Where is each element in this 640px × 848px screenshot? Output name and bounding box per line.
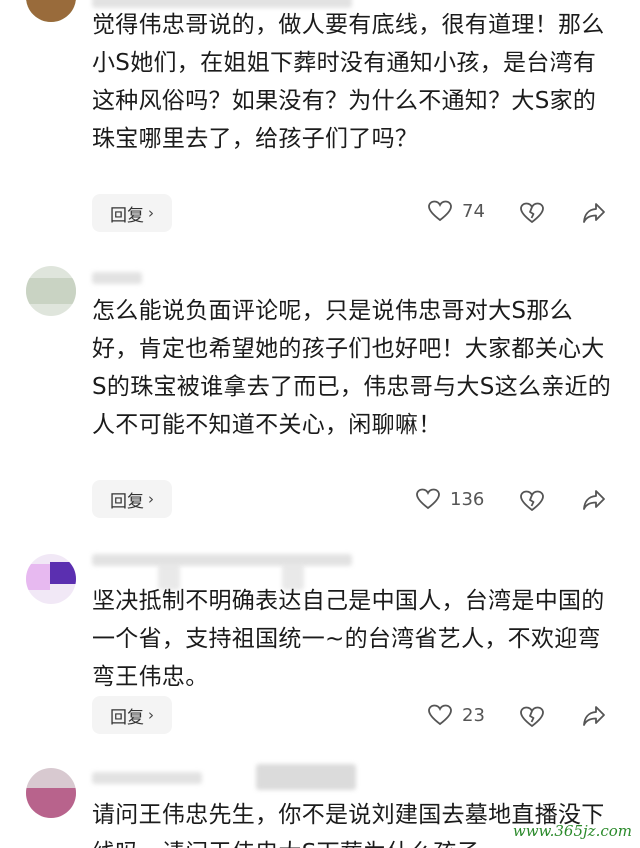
share-arrow-icon[interactable] <box>582 704 606 728</box>
reply-button[interactable]: 回复 › <box>92 194 172 232</box>
username-blurred <box>92 272 142 284</box>
comment-text: 坚决抵制不明确表达自己是中国人，台湾是中国的一个省，支持祖国统一~的台湾省艺人，… <box>92 588 605 690</box>
heart-outline-icon <box>428 200 452 222</box>
like-button[interactable]: 74 <box>428 200 485 222</box>
comment-item: 坚决抵制不明确表达自己是中国人，台湾是中国的一个省，支持祖国统一~的台湾省艺人，… <box>0 540 640 750</box>
like-count: 23 <box>462 704 485 726</box>
avatar[interactable] <box>26 768 76 818</box>
chevron-right-icon: › <box>148 490 154 508</box>
broken-heart-icon[interactable] <box>520 202 544 224</box>
heart-outline-icon <box>428 704 452 726</box>
avatar[interactable] <box>26 266 76 316</box>
like-count: 136 <box>450 488 485 510</box>
reply-label: 回复 <box>110 205 144 226</box>
comment-item: 怎么能说负面评论呢，只是说伟忠哥对大S那么好，肯定也希望她的孩子们也好吧！大家都… <box>0 250 640 540</box>
reply-label: 回复 <box>110 491 144 512</box>
broken-heart-icon[interactable] <box>520 706 544 728</box>
chevron-right-icon: › <box>148 204 154 222</box>
comment-text: 觉得伟忠哥说的，做人要有底线，很有道理！那么小S她们，在姐姐下葬时没有通知小孩，… <box>92 12 605 152</box>
username-blurred <box>256 764 356 790</box>
avatar[interactable] <box>26 0 76 22</box>
like-button[interactable]: 23 <box>428 704 485 726</box>
reply-button[interactable]: 回复 › <box>92 696 172 734</box>
chevron-right-icon: › <box>148 706 154 724</box>
share-arrow-icon[interactable] <box>582 488 606 512</box>
watermark: www.365jz.com <box>512 822 632 840</box>
like-button[interactable]: 136 <box>416 488 484 510</box>
reply-label: 回复 <box>110 707 144 728</box>
share-arrow-icon[interactable] <box>582 201 606 225</box>
comment-item: 觉得伟忠哥说的，做人要有底线，很有道理！那么小S她们，在姐姐下葬时没有通知小孩，… <box>0 0 640 250</box>
username-blurred <box>92 554 352 566</box>
like-count: 74 <box>462 200 485 222</box>
broken-heart-icon[interactable] <box>520 490 544 512</box>
username-blurred <box>92 772 202 784</box>
avatar[interactable] <box>26 554 76 604</box>
heart-outline-icon <box>416 488 440 510</box>
reply-button[interactable]: 回复 › <box>92 480 172 518</box>
comment-text: 怎么能说负面评论呢，只是说伟忠哥对大S那么好，肯定也希望她的孩子们也好吧！大家都… <box>92 298 612 438</box>
